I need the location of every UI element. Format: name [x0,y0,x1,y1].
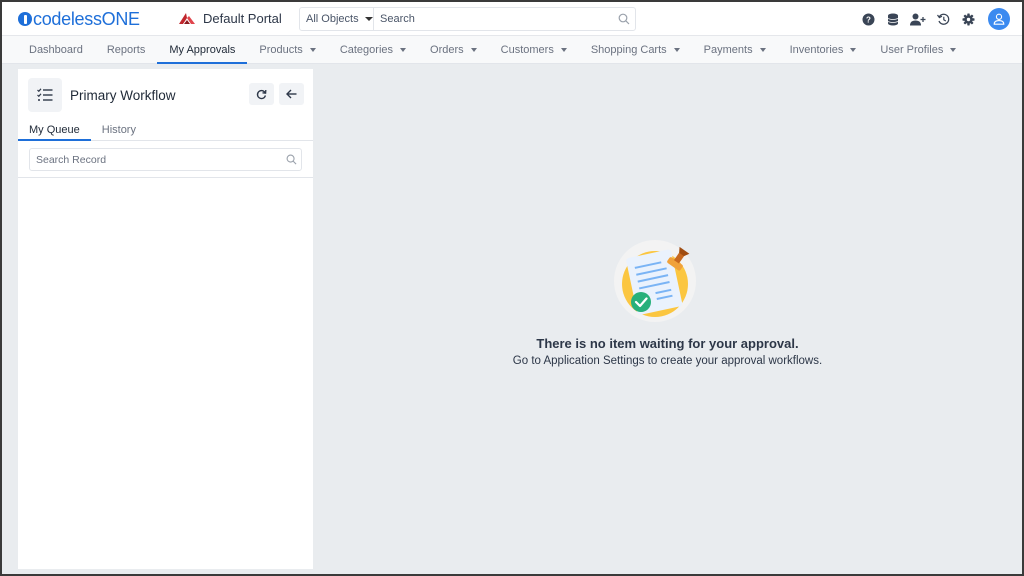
search-icon[interactable] [281,154,301,165]
tab-history[interactable]: History [91,119,147,140]
nav-item-customers[interactable]: Customers [489,36,579,63]
chevron-down-icon [673,47,680,52]
database-icon[interactable] [881,7,905,31]
chevron-down-icon [850,47,857,52]
refresh-icon [256,89,267,99]
panel-tabs: My Queue History [18,119,313,141]
tab-my-queue[interactable]: My Queue [18,119,91,141]
nav-item-label: User Profiles [880,43,944,56]
checklist-icon [28,78,62,112]
nav-item-my-approvals[interactable]: My Approvals [157,36,248,64]
nav-item-label: Customers [500,43,554,56]
logo-prefix: codeless [33,8,102,29]
portal-icon [179,12,195,24]
portal-selector[interactable]: Default Portal [179,11,282,26]
svg-text:?: ? [866,15,871,24]
divider [18,177,313,178]
app-window: codelessONE Default Portal All Objects ? [2,2,1022,574]
search-scope-dropdown[interactable]: All Objects [300,8,374,30]
nav-item-shopping-carts[interactable]: Shopping Carts [579,36,692,63]
search-record-input[interactable] [30,153,281,166]
chevron-down-icon [309,47,316,52]
empty-state: There is no item waiting for your approv… [313,64,1022,574]
nav-item-label: Products [259,43,303,56]
portal-name: Default Portal [203,11,282,26]
chevron-down-icon [470,47,477,52]
settings-icon[interactable] [956,7,980,31]
nav-item-dashboard[interactable]: Dashboard [17,36,95,63]
nav-item-reports[interactable]: Reports [95,36,158,63]
help-icon[interactable]: ? [856,7,880,31]
nav-item-label: My Approvals [169,43,236,56]
logo-suffix: ONE [101,8,140,29]
global-search: All Objects [299,7,636,31]
nav-item-label: Shopping Carts [590,43,667,56]
panel-title: Primary Workflow [70,88,176,103]
nav-item-user-profiles[interactable]: User Profiles [868,36,968,63]
logo-text: codelessONE [33,9,140,30]
nav-item-label: Categories [339,43,394,56]
chevron-down-icon [759,47,766,52]
user-avatar-icon[interactable] [988,8,1010,30]
chevron-down-icon [560,47,567,52]
nav-item-products[interactable]: Products [247,36,327,63]
nav-item-label: Inventories [789,43,844,56]
search-scope-label: All Objects [306,13,359,25]
search-icon[interactable] [613,8,635,30]
nav-item-label: Orders [430,43,464,56]
chevron-down-icon [950,47,957,52]
add-user-icon[interactable] [906,7,930,31]
record-search [29,148,302,171]
back-button[interactable] [279,83,304,105]
panel-header: Primary Workflow [18,69,313,119]
nav-item-payments[interactable]: Payments [692,36,778,63]
refresh-button[interactable] [249,83,274,105]
history-icon[interactable] [931,7,955,31]
chevron-down-icon [364,17,373,21]
logo-mark-icon [18,12,32,26]
nav-item-categories[interactable]: Categories [328,36,418,63]
approval-document-illustration [614,240,696,322]
top-bar: codelessONE Default Portal All Objects ? [2,2,1022,36]
chevron-down-icon [400,47,407,52]
nav-item-label: Reports [106,43,146,56]
search-input[interactable] [374,8,613,30]
header-actions: ? [855,7,1010,31]
arrow-left-icon [286,89,297,99]
main-nav: Dashboard Reports My Approvals Products Cate… [2,36,1022,64]
workflow-panel: Primary Workflow My Queue History [18,69,313,569]
nav-item-inventories[interactable]: Inventories [778,36,869,63]
empty-state-subtitle: Go to Application Settings to create you… [512,355,823,367]
nav-item-label: Payments [703,43,753,56]
nav-item-orders[interactable]: Orders [418,36,489,63]
logo[interactable]: codelessONE [18,8,140,30]
empty-state-title: There is no item waiting for your approv… [536,336,799,351]
nav-item-label: Dashboard [29,43,83,56]
